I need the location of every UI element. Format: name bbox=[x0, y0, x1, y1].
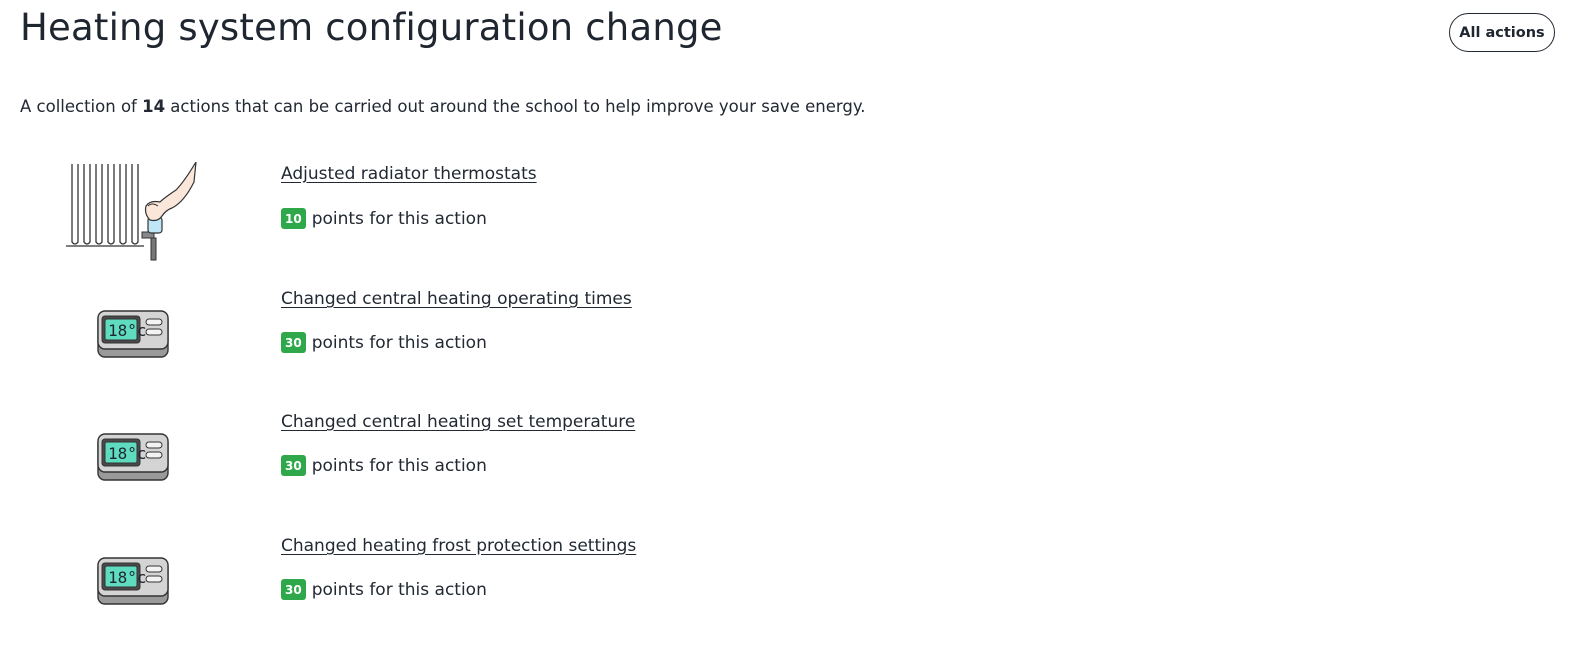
action-item: Adjusted radiator thermostats 10 points … bbox=[0, 161, 1000, 275]
points-row: 30 points for this action bbox=[281, 579, 487, 600]
thermostat-display-icon: 18°c bbox=[96, 556, 172, 612]
intro-text: A collection of 14 actions that can be c… bbox=[20, 97, 865, 116]
action-title-link[interactable]: Adjusted radiator thermostats bbox=[281, 164, 537, 184]
points-row: 10 points for this action bbox=[281, 208, 487, 229]
points-label: points for this action bbox=[311, 208, 487, 229]
action-title-link[interactable]: Changed central heating operating times bbox=[281, 289, 632, 309]
points-label: points for this action bbox=[311, 579, 487, 600]
action-item: 18°c Changed central heating set tempera… bbox=[0, 412, 1000, 522]
action-title-link[interactable]: Changed central heating set temperature bbox=[281, 412, 635, 432]
thermostat-display-icon: 18°c bbox=[96, 309, 172, 365]
thermostat-display-text: 18°c bbox=[108, 568, 147, 587]
all-actions-button[interactable]: All actions bbox=[1449, 13, 1555, 52]
radiator-thermostat-icon bbox=[64, 161, 200, 268]
intro-suffix: actions that can be carried out around t… bbox=[165, 97, 866, 116]
points-badge: 30 bbox=[281, 579, 306, 600]
points-row: 30 points for this action bbox=[281, 332, 487, 353]
thermostat-display-text: 18°c bbox=[108, 321, 147, 340]
thermostat-display-text: 18°c bbox=[108, 444, 147, 463]
points-label: points for this action bbox=[311, 455, 487, 476]
points-badge: 10 bbox=[281, 208, 306, 229]
thermostat-display-icon: 18°c bbox=[96, 432, 172, 488]
action-item: 18°c Changed central heating operating t… bbox=[0, 289, 1000, 399]
intro-prefix: A collection of bbox=[20, 97, 143, 116]
points-badge: 30 bbox=[281, 455, 306, 476]
action-title-link[interactable]: Changed heating frost protection setting… bbox=[281, 536, 636, 556]
points-row: 30 points for this action bbox=[281, 455, 487, 476]
points-label: points for this action bbox=[311, 332, 487, 353]
page-title: Heating system configuration change bbox=[20, 6, 723, 49]
points-badge: 30 bbox=[281, 332, 306, 353]
action-count: 14 bbox=[142, 97, 166, 116]
action-item: 18°c Changed heating frost protection se… bbox=[0, 536, 1000, 646]
